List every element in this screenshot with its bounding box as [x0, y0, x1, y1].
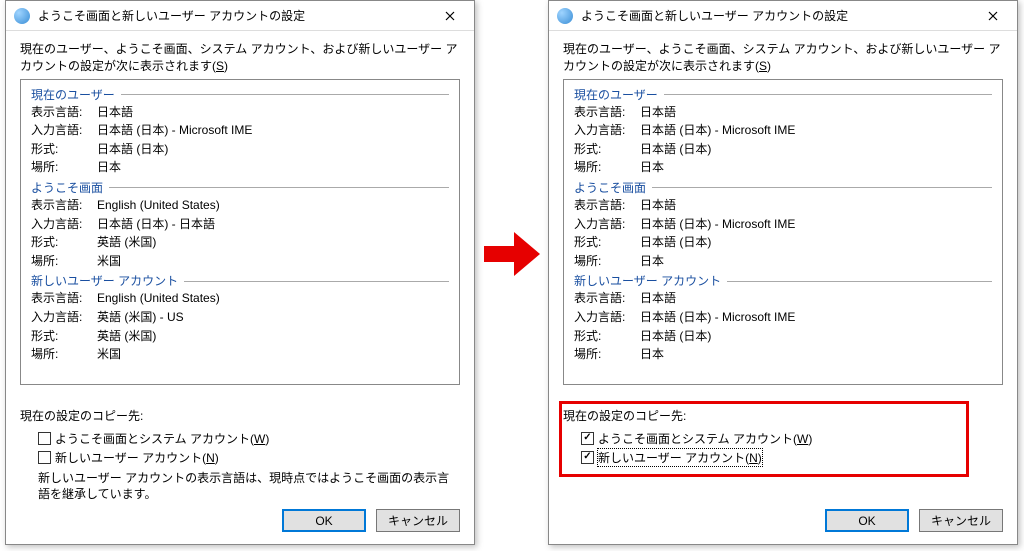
- group-current-user: 現在のユーザー: [31, 86, 449, 103]
- group-current-user: 現在のユーザー: [574, 86, 992, 103]
- value-newuser-display: English (United States): [97, 289, 220, 308]
- cancel-button[interactable]: キャンセル: [919, 509, 1003, 532]
- value-welcome-format: 日本語 (日本): [640, 233, 711, 252]
- checkbox-newuser[interactable]: [38, 451, 51, 464]
- value-welcome-location: 日本: [640, 252, 664, 271]
- value-welcome-format: 英語 (米国): [97, 233, 156, 252]
- value-newuser-location: 米国: [97, 345, 121, 364]
- value-current-format: 日本語 (日本): [97, 140, 168, 159]
- value-newuser-format: 英語 (米国): [97, 327, 156, 346]
- label-display: 表示言語:: [31, 103, 97, 122]
- button-row: OK キャンセル: [282, 509, 460, 532]
- checkbox-newuser-row[interactable]: 新しいユーザー アカウント(N): [581, 449, 1003, 466]
- cancel-button[interactable]: キャンセル: [376, 509, 460, 532]
- titlebar[interactable]: ようこそ画面と新しいユーザー アカウントの設定: [6, 1, 474, 31]
- checkbox-welcome[interactable]: [38, 432, 51, 445]
- label-format: 形式:: [31, 140, 97, 159]
- window-title: ようこそ画面と新しいユーザー アカウントの設定: [38, 7, 430, 24]
- value-newuser-location: 日本: [640, 345, 664, 364]
- dialog-body: 現在のユーザー、ようこそ画面、システム アカウント、および新しいユーザー アカウ…: [6, 31, 474, 513]
- titlebar[interactable]: ようこそ画面と新しいユーザー アカウントの設定: [549, 1, 1017, 31]
- value-current-location: 日本: [640, 158, 664, 177]
- value-welcome-display: English (United States): [97, 196, 220, 215]
- value-current-format: 日本語 (日本): [640, 140, 711, 159]
- globe-icon: [557, 8, 573, 24]
- close-icon: [988, 11, 998, 21]
- value-welcome-input: 日本語 (日本) - 日本語: [97, 215, 215, 234]
- ok-button[interactable]: OK: [825, 509, 909, 532]
- button-row: OK キャンセル: [825, 509, 1003, 532]
- value-current-display: 日本語: [97, 103, 133, 122]
- checkbox-newuser[interactable]: [581, 451, 594, 464]
- note-text: 新しいユーザー アカウントの表示言語は、現時点ではようこそ画面の表示言語を継承し…: [38, 470, 460, 504]
- value-current-display: 日本語: [640, 103, 676, 122]
- dialog-body: 現在のユーザー、ようこそ画面、システム アカウント、および新しいユーザー アカウ…: [549, 31, 1017, 478]
- settings-panel: 現在のユーザー 表示言語:日本語 入力言語:日本語 (日本) - Microso…: [20, 79, 460, 385]
- value-newuser-format: 日本語 (日本): [640, 327, 711, 346]
- checkbox-newuser-label: 新しいユーザー アカウント(N): [55, 449, 219, 466]
- value-newuser-input: 日本語 (日本) - Microsoft IME: [640, 308, 795, 327]
- value-current-input: 日本語 (日本) - Microsoft IME: [97, 121, 252, 140]
- copy-section: 現在の設定のコピー先: ようこそ画面とシステム アカウント(W) 新しいユーザー…: [563, 407, 1003, 466]
- settings-panel: 現在のユーザー 表示言語:日本語 入力言語:日本語 (日本) - Microso…: [563, 79, 1003, 385]
- dialog-before: ようこそ画面と新しいユーザー アカウントの設定 現在のユーザー、ようこそ画面、シ…: [5, 0, 475, 545]
- checkbox-welcome-row[interactable]: ようこそ画面とシステム アカウント(W): [581, 430, 1003, 447]
- checkbox-welcome[interactable]: [581, 432, 594, 445]
- value-newuser-display: 日本語: [640, 289, 676, 308]
- copy-heading: 現在の設定のコピー先:: [563, 407, 1003, 424]
- copy-section: 現在の設定のコピー先: ようこそ画面とシステム アカウント(W) 新しいユーザー…: [20, 407, 460, 504]
- checkbox-newuser-label: 新しいユーザー アカウント(N): [598, 449, 762, 466]
- close-button[interactable]: [973, 2, 1013, 30]
- label-input: 入力言語:: [31, 121, 97, 140]
- value-welcome-display: 日本語: [640, 196, 676, 215]
- arrow-icon: [484, 232, 540, 276]
- intro-text: 現在のユーザー、ようこそ画面、システム アカウント、および新しいユーザー アカウ…: [20, 41, 460, 75]
- group-welcome-screen: ようこそ画面: [31, 179, 449, 196]
- dialog-after: ようこそ画面と新しいユーザー アカウントの設定 現在のユーザー、ようこそ画面、シ…: [548, 0, 1018, 545]
- value-current-location: 日本: [97, 158, 121, 177]
- copy-heading: 現在の設定のコピー先:: [20, 407, 460, 424]
- close-icon: [445, 11, 455, 21]
- intro-text: 現在のユーザー、ようこそ画面、システム アカウント、および新しいユーザー アカウ…: [563, 41, 1003, 75]
- ok-button[interactable]: OK: [282, 509, 366, 532]
- checkbox-welcome-label: ようこそ画面とシステム アカウント(W): [598, 430, 812, 447]
- value-newuser-input: 英語 (米国) - US: [97, 308, 184, 327]
- checkbox-welcome-row[interactable]: ようこそ画面とシステム アカウント(W): [38, 430, 460, 447]
- checkbox-newuser-row[interactable]: 新しいユーザー アカウント(N): [38, 449, 460, 466]
- group-welcome-screen: ようこそ画面: [574, 179, 992, 196]
- checkbox-welcome-label: ようこそ画面とシステム アカウント(W): [55, 430, 269, 447]
- value-welcome-location: 米国: [97, 252, 121, 271]
- window-title: ようこそ画面と新しいユーザー アカウントの設定: [581, 7, 973, 24]
- value-welcome-input: 日本語 (日本) - Microsoft IME: [640, 215, 795, 234]
- group-new-user: 新しいユーザー アカウント: [31, 272, 449, 289]
- globe-icon: [14, 8, 30, 24]
- label-location: 場所:: [31, 158, 97, 177]
- close-button[interactable]: [430, 2, 470, 30]
- group-new-user: 新しいユーザー アカウント: [574, 272, 992, 289]
- value-current-input: 日本語 (日本) - Microsoft IME: [640, 121, 795, 140]
